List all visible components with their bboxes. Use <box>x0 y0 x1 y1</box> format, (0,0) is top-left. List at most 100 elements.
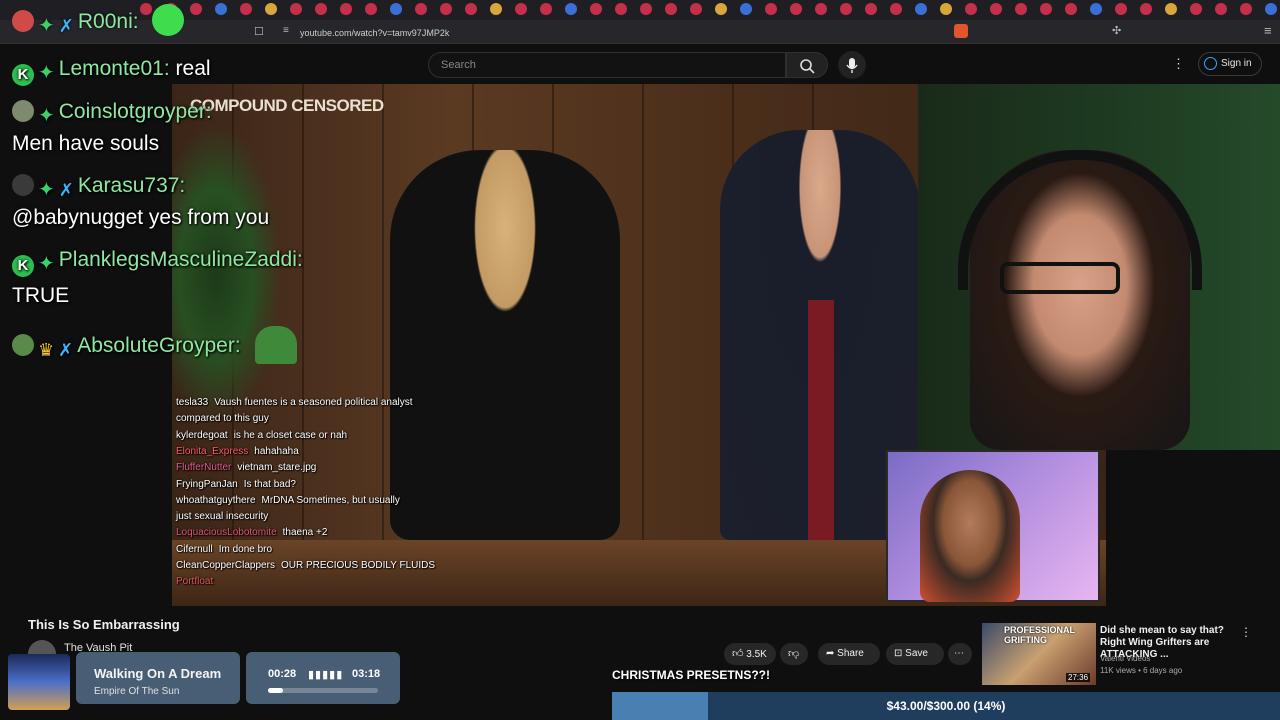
small-chat-text: just sexual insecurity <box>176 511 269 523</box>
crown-badge-icon: ♛ <box>38 340 55 360</box>
browser-tab-favicon[interactable] <box>1065 3 1077 15</box>
recommended-meta: 11K views • 6 days ago <box>1100 666 1183 675</box>
small-chat-username: Portfloat <box>176 576 214 588</box>
like-button[interactable]: 👍︎ 3.5K <box>724 643 776 665</box>
share-label: Share <box>837 648 864 659</box>
browser-tab-favicon[interactable] <box>1215 3 1227 15</box>
browser-tab-favicon[interactable] <box>815 3 827 15</box>
browser-tab-favicon[interactable] <box>1115 3 1127 15</box>
sign-in-label: Sign in <box>1221 58 1252 69</box>
groyper-emote-icon <box>254 326 297 364</box>
more-options-icon[interactable]: ⋮ <box>1172 56 1185 72</box>
search-input[interactable]: Search <box>428 52 786 78</box>
donation-goal-title: CHRISTMAS PRESETNS??! <box>612 668 771 682</box>
chat-text: Men have souls <box>12 132 160 155</box>
browser-tab-favicon[interactable] <box>640 3 652 15</box>
recommendation-menu-icon[interactable]: ⋮ <box>1240 625 1252 639</box>
browser-tab-favicon[interactable] <box>290 3 302 15</box>
browser-tab-favicon[interactable] <box>1240 3 1252 15</box>
browser-tab-favicon[interactable] <box>1090 3 1102 15</box>
microphone-icon <box>846 58 858 73</box>
diamond-badge-icon: ✦ <box>38 253 55 275</box>
browser-tab-favicon[interactable] <box>440 3 452 15</box>
small-chat-line: Cifernull Im done bro <box>176 544 272 556</box>
browser-tab-favicon[interactable] <box>215 3 227 15</box>
chat-message: ♛ ✗ AbsoluteGroyper: <box>12 326 297 364</box>
browser-tab-favicon[interactable] <box>1040 3 1052 15</box>
browser-tab-favicon[interactable] <box>990 3 1002 15</box>
browser-tab-favicon[interactable] <box>690 3 702 15</box>
more-horizontal-icon: ⋯ <box>954 648 964 659</box>
bookmark-icon[interactable]: ☐ <box>254 25 264 38</box>
user-avatar <box>12 174 34 196</box>
share-button[interactable]: ➦ Share <box>818 643 880 665</box>
save-button[interactable]: ⊡ Save <box>886 643 944 665</box>
browser-tab-favicon[interactable] <box>415 3 427 15</box>
kick-badge-icon: K <box>12 64 34 86</box>
recommended-channel[interactable]: Valenti Videos <box>1100 654 1150 663</box>
browser-tab-favicon[interactable] <box>1265 3 1277 15</box>
extensions-icon[interactable]: ✣ <box>1112 24 1121 37</box>
browser-tab-favicon[interactable] <box>740 3 752 15</box>
browser-tab-favicon[interactable] <box>940 3 952 15</box>
menu-icon[interactable]: ≡ <box>1264 23 1272 38</box>
search-button[interactable] <box>786 52 828 78</box>
browser-tab-favicon[interactable] <box>265 3 277 15</box>
small-chat-username: LoquaciousLobotomite <box>176 527 277 539</box>
browser-tab-favicon[interactable] <box>1015 3 1027 15</box>
browser-tab-favicon[interactable] <box>315 3 327 15</box>
tune-icon[interactable]: ≡ <box>283 25 289 36</box>
browser-tab-favicon[interactable] <box>790 3 802 15</box>
chat-username: Coinslotgroyper: <box>58 100 212 123</box>
browser-tab-favicon[interactable] <box>340 3 352 15</box>
browser-tab-favicon[interactable] <box>665 3 677 15</box>
small-chat-text: Im done bro <box>218 543 273 555</box>
small-chat-username: FryingPanJan <box>176 478 238 490</box>
browser-tab-favicon[interactable] <box>715 3 727 15</box>
browser-tab-favicon[interactable] <box>1140 3 1152 15</box>
browser-tab-favicon[interactable] <box>915 3 927 15</box>
browser-tab-favicon[interactable] <box>865 3 877 15</box>
chat-username: Karasu737: <box>77 174 186 197</box>
small-chat-line: just sexual insecurity <box>176 511 268 523</box>
browser-tab-favicon[interactable] <box>615 3 627 15</box>
browser-tab-favicon[interactable] <box>765 3 777 15</box>
small-chat-username: tesla33 <box>176 397 209 408</box>
browser-tab-favicon[interactable] <box>590 3 602 15</box>
browser-tab-favicon[interactable] <box>890 3 902 15</box>
sign-in-button[interactable]: Sign in <box>1198 52 1262 76</box>
browser-tab-favicon[interactable] <box>1165 3 1177 15</box>
browser-tab-favicon[interactable] <box>390 3 402 15</box>
browser-tab-favicon[interactable] <box>240 3 252 15</box>
url-field[interactable]: youtube.com/watch?v=tamv97JMP2k <box>280 24 900 42</box>
browser-tab-favicon[interactable] <box>565 3 577 15</box>
pepe-emote-icon <box>152 4 185 36</box>
thumbnail-overlay-text: PROFESSIONAL GRIFTING <box>1004 625 1075 645</box>
dislike-button[interactable]: 👎︎ <box>780 643 808 665</box>
browser-tab-favicon[interactable] <box>515 3 527 15</box>
chat-message: ✦ Coinslotgroyper: Men have souls <box>12 99 212 157</box>
small-chat-username: Cifernull <box>176 543 213 555</box>
browser-tab-favicon[interactable] <box>490 3 502 15</box>
search-icon <box>800 59 815 74</box>
save-label: Save <box>905 648 928 659</box>
small-chat-line: LoquaciousLobotomite thaena +2 <box>176 527 327 539</box>
donation-goal-text: $43.00/$300.00 (14%) <box>886 699 1006 713</box>
small-chat-username: kylerdegoat <box>176 429 228 441</box>
browser-tab-favicon[interactable] <box>465 3 477 15</box>
browser-tab-favicon[interactable] <box>365 3 377 15</box>
voice-search-button[interactable] <box>838 51 866 79</box>
browser-tab-favicon[interactable] <box>540 3 552 15</box>
browser-tab-favicon[interactable] <box>1190 3 1202 15</box>
brave-shield-icon[interactable] <box>954 24 968 38</box>
more-actions-button[interactable]: ⋯ <box>948 643 972 665</box>
share-icon: ➦ <box>826 648 835 659</box>
browser-tab-favicon[interactable] <box>190 3 202 15</box>
browser-tab-favicon[interactable] <box>840 3 852 15</box>
user-avatar <box>12 334 34 356</box>
small-chat-username: Elonita_Express <box>176 445 249 457</box>
video-title: This Is So Embarrassing <box>28 617 180 632</box>
small-chat-line: Elonita_Express hahahaha <box>176 446 299 458</box>
browser-tab-favicon[interactable] <box>965 3 977 15</box>
small-chat-text: thaena +2 <box>282 527 328 539</box>
